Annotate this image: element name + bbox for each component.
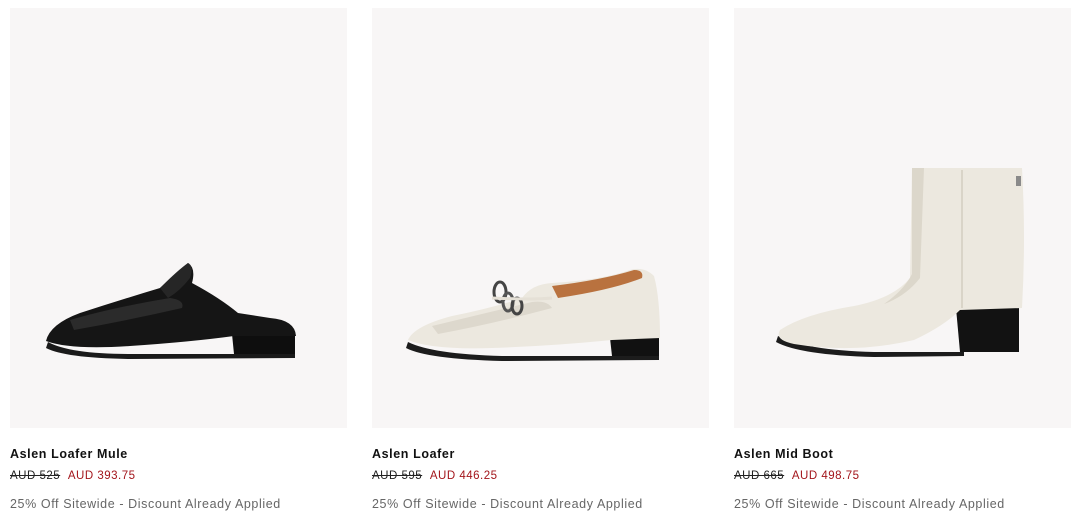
product-image-white-loafer[interactable] [372, 8, 709, 428]
product-name[interactable]: Aslen Mid Boot [734, 446, 1071, 462]
product-name[interactable]: Aslen Loafer Mule [10, 446, 347, 462]
sale-price: AUD 498.75 [791, 470, 860, 482]
original-price: AUD 525 [10, 470, 61, 482]
product-name[interactable]: Aslen Loafer [372, 446, 709, 462]
white-ankle-boot-image [776, 168, 1024, 357]
price-row: AUD 525 AUD 393.75 [10, 468, 347, 484]
original-price: AUD 595 [372, 470, 423, 482]
product-image-white-mid-boot[interactable] [734, 8, 1071, 428]
sale-price: AUD 446.25 [429, 470, 498, 482]
product-card[interactable]: Aslen Mid Boot AUD 665 AUD 498.75 25% Of… [734, 8, 1071, 512]
sale-price: AUD 393.75 [67, 470, 136, 482]
black-loafer-mule-image [46, 263, 296, 359]
price-row: AUD 595 AUD 446.25 [372, 468, 709, 484]
original-price: AUD 665 [734, 470, 785, 482]
product-image-black-loafer-mule[interactable] [10, 8, 347, 428]
product-card[interactable]: Aslen Loafer AUD 595 AUD 446.25 25% Off … [372, 8, 709, 512]
price-row: AUD 665 AUD 498.75 [734, 468, 1071, 484]
promo-text: 25% Off Sitewide - Discount Already Appl… [372, 497, 643, 511]
white-chain-loafer-image [406, 268, 660, 361]
product-card[interactable]: Aslen Loafer Mule AUD 525 AUD 393.75 25%… [10, 8, 347, 512]
product-grid: Aslen Loafer Mule AUD 525 AUD 393.75 25%… [0, 0, 1080, 513]
promo-text: 25% Off Sitewide - Discount Already Appl… [10, 497, 281, 511]
promo-text: 25% Off Sitewide - Discount Already Appl… [734, 497, 1005, 511]
